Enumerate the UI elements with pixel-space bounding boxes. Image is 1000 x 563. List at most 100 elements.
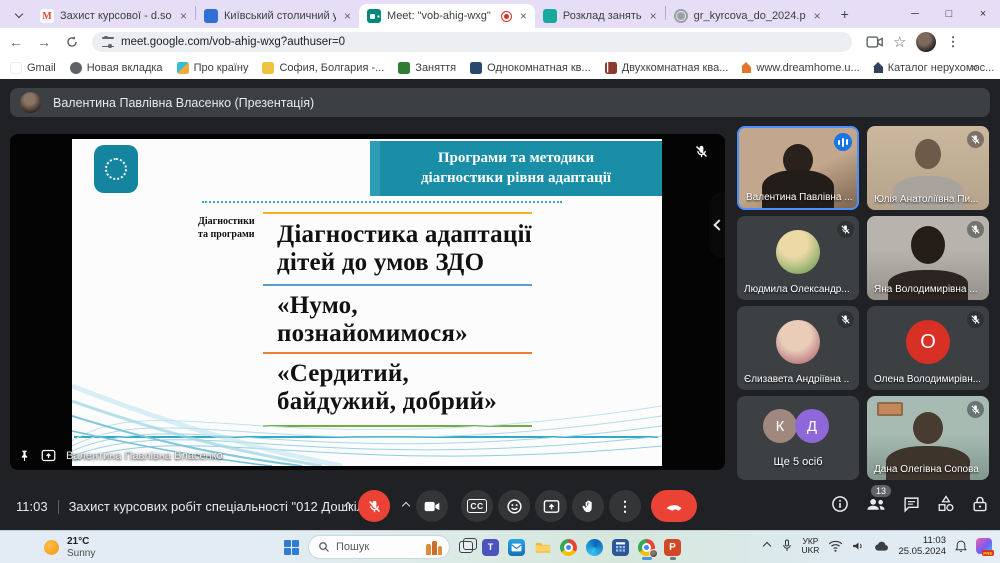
bookmark-flat2[interactable]: ▏Двухкомнатная ква... [605,62,729,74]
browser-tab-strip: M Захист курсової - d.sopova@k × Київськ… [0,0,1000,28]
participant-tile[interactable]: О Олена Володимирівн... [867,306,989,390]
participant-count-badge: 13 [871,485,891,497]
tab-pdf[interactable]: gr_kyrcova_do_2024.pdf × [666,4,829,28]
grid-icon [262,62,274,74]
tab-capture-icon[interactable] [866,35,883,49]
wave-decoration [72,346,662,466]
address-bar[interactable]: meet.google.com/vob-ahig-wxg?authuser=0 [92,32,852,52]
overflow-tile[interactable]: К Д Ще 5 осіб [737,396,859,480]
bookmark-flat1[interactable]: Однокомнатная кв... [470,62,591,74]
maximize-button[interactable]: □ [932,0,966,28]
bookmark-country[interactable]: Про країну [177,62,249,74]
chrome-icon[interactable] [560,539,577,556]
chrome-active-icon[interactable] [638,539,655,556]
bookmark-newtab[interactable]: Новая вкладка [70,62,163,74]
browser-menu-kebab-icon[interactable]: ⋮ [946,34,959,50]
tab-university[interactable]: Київський столичний універси × [196,4,359,28]
file-explorer-icon[interactable] [534,539,551,556]
minimize-button[interactable]: ─ [898,0,932,28]
mic-toggle-button[interactable] [358,490,390,522]
people-panel-button[interactable]: 13 [866,496,886,512]
window-close-button[interactable]: × [966,0,1000,28]
mic-options-chevron[interactable] [344,502,352,510]
mail-icon[interactable] [508,539,525,556]
info-icon[interactable] [831,495,849,513]
participant-tile[interactable]: Дана Олегівна Сопова [867,396,989,480]
start-button[interactable] [284,540,299,555]
notification-bell-icon[interactable] [955,540,967,553]
reactions-button[interactable] [498,490,530,522]
back-button[interactable]: ← [4,30,28,54]
clock-date[interactable]: 11:0325.05.2024 [898,535,946,558]
audio-bars-icon [834,133,852,151]
forward-button[interactable]: → [32,30,56,54]
bookmark-sofia[interactable]: София, Болгария -... [262,62,384,74]
cloud-icon[interactable] [874,541,889,552]
camera-options-chevron[interactable] [402,502,410,510]
participant-tile[interactable]: Валентина Павлівна ... [737,126,859,210]
presenter-banner: Валентина Павлівна Власенко (Презентація… [10,88,990,117]
teams-icon[interactable]: T [482,539,499,556]
captions-button[interactable]: CC [461,490,493,522]
bookmarks-overflow-chevron[interactable]: » [971,60,978,74]
reload-button[interactable] [60,30,84,54]
speaker-icon[interactable] [852,540,865,552]
participant-tile[interactable]: Юлія Анатоліївна Пи... [867,126,989,210]
wifi-icon[interactable] [828,540,843,552]
more-options-button[interactable]: ⋮ [609,490,641,522]
tray-mic-icon[interactable] [781,539,793,553]
close-icon[interactable]: × [344,9,351,23]
tab-meet-active[interactable]: Meet: "vob-ahig-wxg" × [359,4,535,28]
close-icon[interactable]: × [650,9,657,23]
close-icon[interactable]: × [520,9,527,23]
task-view-button[interactable] [459,541,473,553]
clock-text: 11:03 [16,499,48,514]
site-settings-icon[interactable] [102,37,114,47]
window-controls: ─ □ × [898,0,1000,28]
participant-tile[interactable]: Єлизавета Андріївна ... [737,306,859,390]
mic-off-icon [970,134,981,145]
windows-taskbar: 21°CSunny Пошук T P УКРUKR 11:0325.05.20… [0,530,1000,563]
powerpoint-icon[interactable]: P [664,539,681,556]
bookmark-gmail[interactable]: MGmail [10,62,56,74]
mic-off-icon [840,224,851,235]
close-icon[interactable]: × [180,9,187,23]
avatar [776,320,820,364]
participant-tile[interactable]: Яна Володимирівна ... [867,216,989,300]
edge-icon[interactable] [586,539,603,556]
tab-gmail[interactable]: M Захист курсової - d.sopova@k × [32,4,195,28]
activities-shapes-icon[interactable] [937,495,955,513]
calculator-icon[interactable] [612,539,629,556]
bookmark-classes[interactable]: Заняття [398,62,456,74]
mic-off-icon [970,404,981,415]
end-call-button[interactable] [651,490,697,522]
bookmark-dreamhome[interactable]: www.dreamhome.u... [742,62,859,74]
weather-widget[interactable]: 21°CSunny [44,536,95,559]
camera-toggle-button[interactable] [416,490,448,522]
tab-schedule[interactable]: Розклад занять × [535,4,665,28]
pin-icon[interactable] [18,449,31,462]
beach-icon [177,62,189,74]
profile-avatar[interactable] [916,32,936,52]
photos-pre-app-icon[interactable] [976,538,992,554]
presentation-stage[interactable]: Програми та методики діагностики рівня а… [10,134,725,470]
popout-icon[interactable] [41,449,56,462]
tab-title: Київський столичний універси [224,10,336,22]
tray-overflow-chevron[interactable] [762,542,770,550]
tab-search-button[interactable] [6,3,32,25]
chat-icon[interactable] [903,496,920,513]
bookmark-star-icon[interactable]: ☆ [893,33,906,51]
raise-hand-button[interactable] [572,490,604,522]
present-screen-button[interactable] [535,490,567,522]
tab-title: Розклад занять [563,10,642,22]
search-box[interactable]: Пошук [308,535,450,559]
host-controls-lock-icon[interactable] [972,495,988,513]
collapse-panel-button[interactable] [709,192,725,258]
avatar-initial: Д [795,409,829,443]
new-tab-button[interactable]: + [835,4,855,24]
slide: Програми та методики діагностики рівня а… [72,139,662,466]
participant-tile[interactable]: Людмила Олександр... [737,216,859,300]
language-indicator[interactable]: УКРUKR [802,537,820,557]
search-highlight-image [425,540,443,555]
close-icon[interactable]: × [814,9,821,23]
